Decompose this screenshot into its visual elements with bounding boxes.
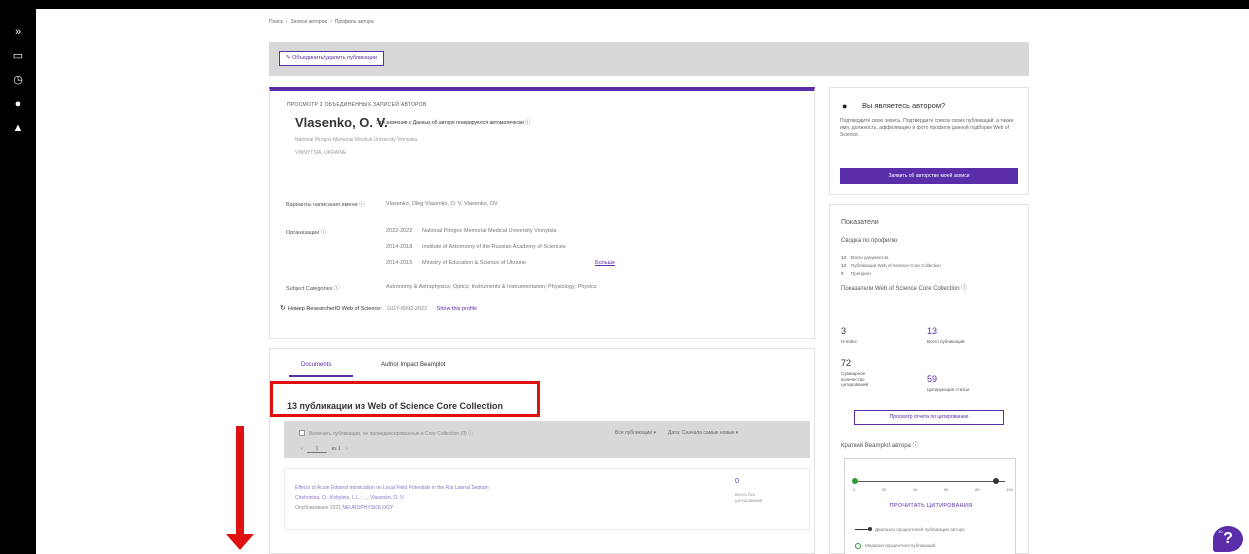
tab-author-impact-beamplot[interactable]: Author Impact Beamplot — [381, 362, 445, 368]
metrics-card: Показатели Сводка по профилю 13 Всего док… — [829, 204, 1029, 554]
beamplot-median-marker — [852, 478, 858, 484]
h-index-label: H-Index — [841, 339, 857, 344]
breadcrumb-author-records[interactable]: Записи авторов — [291, 19, 328, 25]
metrics-title: Показатели — [841, 219, 879, 226]
profile-summary-title: Сводка по профилю — [841, 238, 898, 244]
org-years: 2022-2022 — [386, 228, 413, 234]
name-variants-label: Варианты написания имени ⓘ — [286, 202, 365, 208]
author-name: Vlasenko, O. V. — [295, 115, 388, 130]
read-citations-link[interactable]: ПРОЧИТАТЬ ЦИТИРОВАНИЯ — [845, 503, 1017, 509]
org-name: National Pirogov Memorial Medical Univer… — [422, 228, 557, 234]
publication-item: Effects of Acute Ethanol Intoxication on… — [284, 468, 810, 530]
researcher-id-label: Номер ResearcherID Web of Science: — [287, 306, 382, 312]
left-rail: » ▭ ◷ ● ▲ — [0, 9, 36, 554]
refresh-icon: ↻ — [280, 305, 286, 312]
summary-line: 0 Препринт — [841, 271, 872, 276]
help-badge: 10 — [1218, 529, 1223, 534]
page-number-input[interactable]: 1 — [307, 446, 328, 453]
annotation-arrow-down-icon — [236, 426, 244, 536]
author-profile-page: Поиск › Записи авторов › Профиль автора ✎ Об… — [257, 9, 1039, 554]
total-publications-label: Всего публикаций — [927, 339, 965, 344]
claim-title: Вы являетесь автором? — [862, 101, 946, 110]
subject-categories-label: Subject Categories ⓘ — [286, 286, 340, 292]
author-location: VINNYTSIA, UKRAINE — [295, 150, 347, 156]
summary-line: 13 Публикации Web of Science Core Collect… — [841, 263, 941, 268]
show-profile-link[interactable]: Show this profile — [437, 306, 477, 312]
author-name-note: Эти значения с Данных об авторе генериру… — [376, 120, 531, 126]
history-icon[interactable]: ◷ — [8, 70, 28, 90]
include-non-core-label: Включить публикации, не проиндексированн… — [309, 431, 474, 437]
researcher-id-row: ↻ Номер ResearcherID Web of Science: GGY-… — [280, 304, 477, 312]
sum-citations-label: Суммарное количество цитирований — [841, 371, 869, 387]
active-tab-indicator — [289, 375, 353, 377]
org-years: 2014-2018 — [386, 244, 413, 250]
beamplot-legend-median: Медиана процентиля публикаций — [855, 543, 935, 549]
sum-citations-value: 72 — [841, 358, 852, 368]
beamplot-ticks: 0 20 40 60 80 100 — [853, 487, 1013, 492]
publication-meta: Опубликовано 2021 NEUROPHYSIOLOGY — [295, 505, 393, 511]
beamplot-axis — [855, 481, 1005, 482]
researcher-id-value: GGY-8992-2022 — [387, 306, 428, 312]
h-index-value: 3 — [841, 326, 847, 336]
beamplot-title: Краткий Beamplot автора ⓘ — [841, 443, 919, 449]
org-years: 2014-2015 — [386, 260, 413, 266]
include-non-core-checkbox[interactable] — [299, 430, 305, 436]
person-icon[interactable]: ● — [8, 94, 28, 114]
claim-authorship-card: ● Вы являетесь автором? Подтвердите свою… — [829, 87, 1029, 195]
top-bar — [0, 0, 1249, 9]
author-profile-card: ПРОСМОТР 2 ОБЪЕДИНЕННЫХ ЗАПИСЕЙ АВТОРОВ … — [269, 87, 815, 339]
publication-citation-label: Всего без цитирований — [735, 492, 763, 503]
documents-card: Documents Author Impact Beamplot 13 публ… — [269, 348, 815, 554]
pagination: ‹ 1 из 1 › — [301, 446, 348, 453]
annotation-arrowhead-icon — [226, 534, 254, 550]
profile-toolbar: ✎ Объединить/удалить публикации — [269, 42, 1029, 76]
citing-articles-value[interactable]: 59 — [927, 374, 937, 384]
merged-records-overline: ПРОСМОТР 2 ОБЪЕДИНЕННЫХ ЗАПИСЕЙ АВТОРОВ — [287, 102, 427, 108]
publication-journal-link[interactable]: NEUROPHYSIOLOGY — [342, 505, 393, 511]
sort-dropdown[interactable]: Дата: Сначала самые новые ▾ — [668, 430, 738, 436]
merge-publications-button[interactable]: ✎ Объединить/удалить публикации — [279, 51, 384, 66]
beamplot-legend-range: Диапазон процентилей публикации автора — [855, 527, 965, 532]
publication-title-link[interactable]: Effects of Acute Ethanol Intoxication on… — [295, 485, 489, 491]
page-count-label: из 1 — [331, 446, 341, 452]
beamplot-range-marker — [993, 478, 999, 484]
next-page-button[interactable]: › — [346, 446, 348, 452]
summary-line: 13 Всего документов — [841, 255, 889, 260]
publication-citation-count[interactable]: 0 — [735, 478, 739, 485]
folder-icon[interactable]: ▭ — [8, 46, 28, 66]
tab-documents[interactable]: Documents — [301, 362, 331, 368]
org-name: Ministry of Education & Science of Ukrai… — [422, 260, 526, 266]
publication-date: Опубликовано 2021 — [295, 505, 343, 511]
panel-toggle-icon[interactable]: » — [8, 22, 28, 42]
name-variants-value: Vlasenko, Oleg Vlasenko, O. V. Vlasenko,… — [386, 201, 498, 207]
claim-description: Подтвердите свою запись. Подтвердите спи… — [840, 118, 1014, 138]
citation-report-button[interactable]: Просмотр отчета по цитированию — [854, 410, 1004, 425]
prev-page-button[interactable]: ‹ — [301, 446, 303, 452]
breadcrumb: Поиск › Записи авторов › Профиль автора — [269, 19, 374, 25]
org-name: Institute of Astronomy of the Russian Ac… — [422, 244, 566, 250]
page-margin-right — [1040, 9, 1249, 554]
breadcrumb-author-profile: Профиль автора — [334, 19, 374, 25]
wos-metrics-title: Показатели Web of Science Core Collectio… — [841, 286, 968, 292]
all-publications-dropdown[interactable]: Все публикации ▾ — [615, 430, 656, 436]
organizations-more-link[interactable]: Больше — [595, 260, 615, 266]
publication-filter-bar: Включить публикации, не проиндексированн… — [284, 421, 810, 458]
subject-categories-value: Astronomy & Astrophysics; Optics; Instru… — [386, 284, 597, 290]
publication-authors[interactable]: Chehonina, O.; Kobylets, L.L.; ...; Vlas… — [295, 495, 404, 501]
median-ring-icon — [855, 543, 861, 549]
citing-articles-label: Цитирующие статьи — [927, 387, 970, 392]
author-affiliation: National Pirogov Memorial Medical Univer… — [295, 137, 418, 143]
total-publications-value[interactable]: 13 — [927, 326, 937, 336]
annotation-highlight-box — [270, 381, 540, 417]
breadcrumb-search[interactable]: Поиск — [269, 19, 283, 25]
range-line-icon — [855, 527, 872, 532]
bell-icon[interactable]: ▲ — [8, 118, 28, 138]
claim-record-button[interactable]: Заявить об авторстве моей записи — [840, 168, 1018, 184]
person-icon: ● — [842, 101, 848, 111]
organizations-label: Организации ⓘ — [286, 230, 327, 236]
beamplot-summary: 0 20 40 60 80 100 ПРОЧИТАТЬ ЦИТИРОВАНИЯ Диапа… — [844, 458, 1016, 554]
